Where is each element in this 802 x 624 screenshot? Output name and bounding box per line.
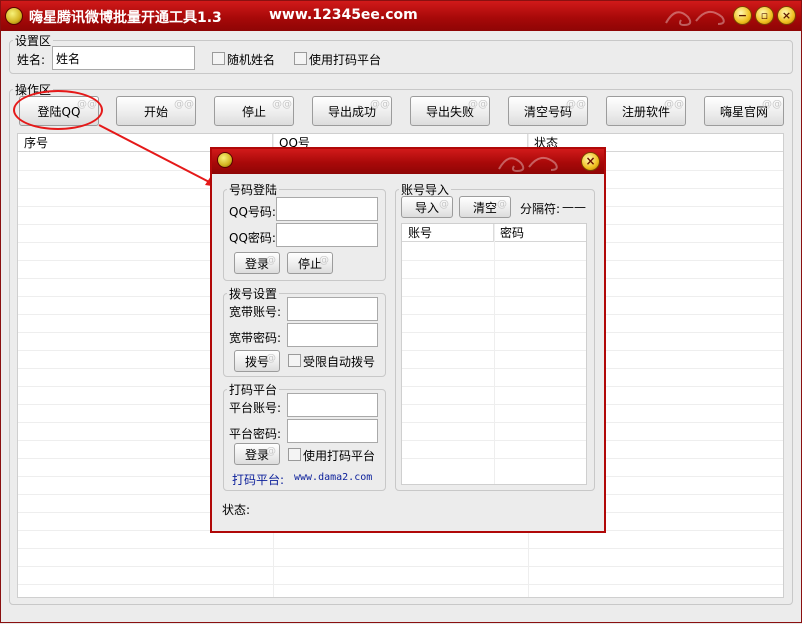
separator-value[interactable]: —— (562, 200, 586, 214)
row-divider (402, 404, 586, 405)
dialog-title-bar[interactable]: × (212, 149, 604, 174)
main-window: 嗨星腾讯微博批量开通工具1.3 www.12345ee.com − ▫ × 设置… (0, 0, 802, 623)
row-divider (402, 440, 586, 441)
swirl-decoration-icon (665, 10, 725, 27)
col-header-account[interactable]: 账号 (402, 224, 494, 242)
dial-button[interactable]: 拨号 @ (234, 350, 280, 372)
swirl-decoration-icon (498, 156, 558, 173)
qq-login-legend: 号码登陆 (229, 183, 278, 197)
official-site-label: 嗨星官网 (719, 104, 768, 119)
button-swirl-icon: @@ (174, 99, 194, 110)
import-list[interactable]: 账号 密码 (401, 223, 587, 485)
captcha-legend: 打码平台 (229, 383, 278, 397)
annotation-oval (13, 90, 103, 130)
stop-label: 停止 (241, 104, 266, 119)
button-swirl-icon: @@ (566, 99, 586, 110)
platform-account-label: 平台账号: (229, 401, 282, 415)
random-name-label: 随机姓名 (227, 53, 276, 67)
row-divider (18, 584, 783, 585)
export-success-button[interactable]: 导出成功 @@ (312, 96, 392, 126)
qq-stop-button[interactable]: 停止 @ (287, 252, 333, 274)
button-swirl-icon: @ (266, 255, 276, 266)
export-success-label: 导出成功 (327, 104, 376, 119)
export-fail-button[interactable]: 导出失败 @@ (410, 96, 490, 126)
maximize-icon[interactable]: ▫ (755, 6, 774, 25)
minimize-icon[interactable]: − (733, 6, 752, 25)
column-divider (494, 224, 495, 484)
button-swirl-icon: @ (439, 199, 449, 210)
use-captcha-label: 使用打码平台 (309, 53, 382, 67)
broadband-password-input[interactable] (287, 323, 378, 347)
row-divider (402, 260, 586, 261)
use-platform-label: 使用打码平台 (303, 449, 376, 463)
platform-account-input[interactable] (287, 393, 378, 417)
button-swirl-icon: @ (266, 353, 276, 364)
button-swirl-icon: @ (266, 446, 276, 457)
register-software-button[interactable]: 注册软件 @@ (606, 96, 686, 126)
title-bar[interactable]: 嗨星腾讯微博批量开通工具1.3 www.12345ee.com − ▫ × (1, 1, 801, 31)
row-divider (402, 278, 586, 279)
platform-login-button[interactable]: 登录 @ (234, 443, 280, 465)
qq-number-input[interactable] (276, 197, 378, 221)
button-swirl-icon: @@ (468, 99, 488, 110)
qq-password-label: QQ密码: (229, 231, 276, 245)
start-label: 开始 (143, 104, 168, 119)
row-divider (402, 314, 586, 315)
login-dialog: × 号码登陆 QQ号码: QQ密码: 登录 @ 停止 @ 拨号设置 宽带账号: 宽带… (210, 147, 606, 533)
broadband-account-label: 宽带账号: (229, 305, 282, 319)
broadband-account-input[interactable] (287, 297, 378, 321)
settings-legend: 设置区 (15, 34, 52, 48)
row-divider (402, 350, 586, 351)
qq-number-label: QQ号码: (229, 205, 276, 219)
row-divider (402, 458, 586, 459)
app-icon (5, 7, 23, 25)
clear-numbers-button[interactable]: 清空号码 @@ (508, 96, 588, 126)
export-fail-label: 导出失败 (425, 104, 474, 119)
row-divider (18, 566, 783, 567)
start-button[interactable]: 开始 @@ (116, 96, 196, 126)
import-button[interactable]: 导入 @ (401, 196, 453, 218)
register-software-label: 注册软件 (621, 104, 670, 119)
use-captcha-checkbox[interactable] (294, 52, 307, 65)
row-divider (402, 386, 586, 387)
dialog-close-icon[interactable]: × (581, 152, 600, 171)
col-header-password[interactable]: 密码 (494, 224, 586, 242)
button-swirl-icon: @@ (762, 99, 782, 110)
row-divider (402, 368, 586, 369)
qq-login-button[interactable]: 登录 @ (234, 252, 280, 274)
button-swirl-icon: @ (497, 199, 507, 210)
platform-url-link[interactable]: www.dama2.com (294, 472, 372, 483)
button-swirl-icon: @@ (272, 99, 292, 110)
dialog-app-icon (217, 152, 233, 168)
button-swirl-icon: @@ (370, 99, 390, 110)
clear-button[interactable]: 清空 @ (459, 196, 511, 218)
name-label: 姓名: (17, 53, 46, 67)
auto-dial-label: 受限自动拨号 (303, 355, 376, 369)
separator-label: 分隔符: (520, 202, 561, 216)
platform-password-label: 平台密码: (229, 427, 282, 441)
row-divider (402, 332, 586, 333)
clear-numbers-label: 清空号码 (523, 104, 572, 119)
close-icon[interactable]: × (777, 6, 796, 25)
status-label: 状态: (222, 503, 251, 517)
dial-legend: 拨号设置 (229, 287, 278, 301)
random-name-checkbox[interactable] (212, 52, 225, 65)
window-site: www.12345ee.com (269, 7, 418, 23)
name-input[interactable] (52, 46, 195, 70)
auto-dial-checkbox[interactable] (288, 354, 301, 367)
row-divider (402, 422, 586, 423)
qq-password-input[interactable] (276, 223, 378, 247)
row-divider (18, 548, 783, 549)
window-title: 嗨星腾讯微博批量开通工具1.3 (29, 10, 222, 26)
official-site-button[interactable]: 嗨星官网 @@ (704, 96, 784, 126)
use-platform-checkbox[interactable] (288, 448, 301, 461)
button-swirl-icon: @ (319, 255, 329, 266)
platform-prefix-label: 打码平台: (232, 473, 285, 487)
row-divider (402, 296, 586, 297)
button-swirl-icon: @@ (664, 99, 684, 110)
stop-button[interactable]: 停止 @@ (214, 96, 294, 126)
broadband-password-label: 宽带密码: (229, 331, 282, 345)
platform-password-input[interactable] (287, 419, 378, 443)
